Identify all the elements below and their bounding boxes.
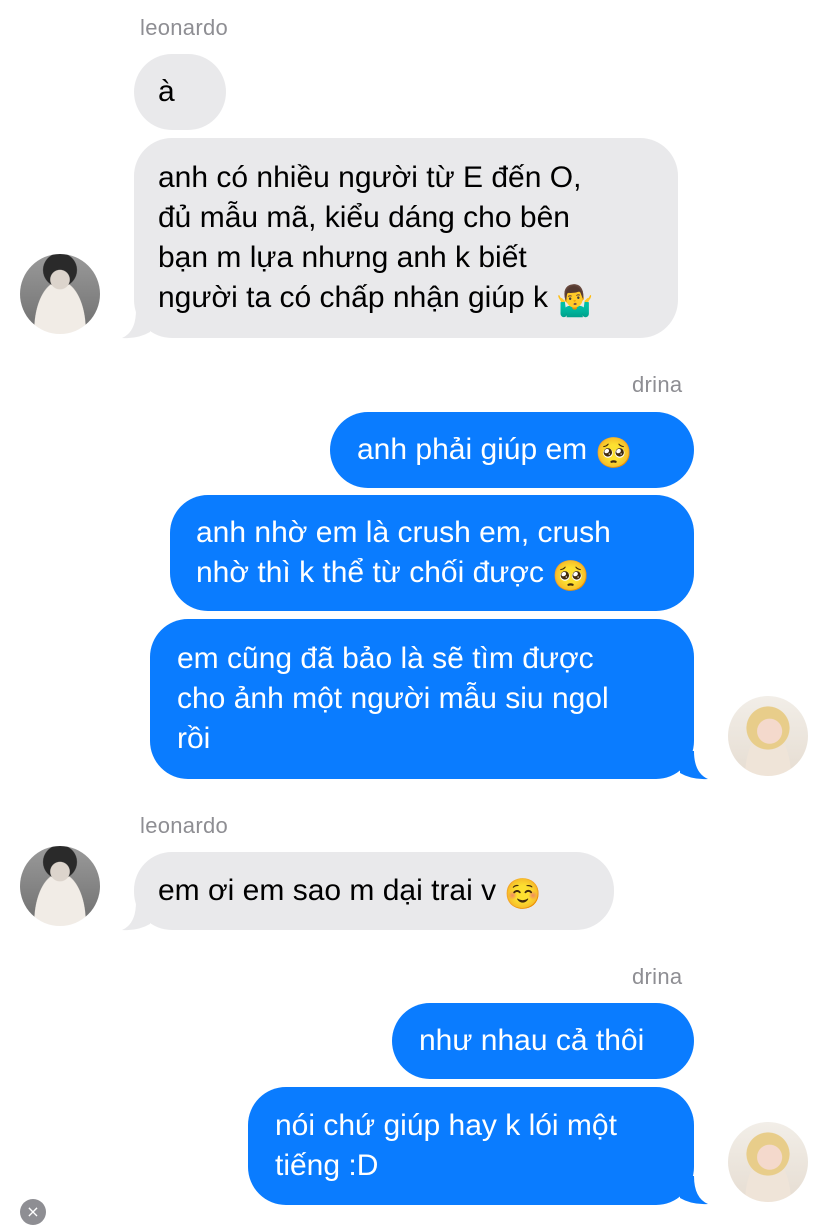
avatar-leonardo[interactable] <box>20 846 100 926</box>
message-bubble-outgoing[interactable]: nói chứ giúp hay k lói một tiếng :D <box>248 1087 694 1205</box>
sender-name-leonardo: leonardo <box>140 813 229 838</box>
message-text: tiếng :D <box>275 1149 379 1182</box>
incoming-bubble-tail <box>122 902 150 931</box>
message-text: bạn m lựa nhưng anh k biết <box>158 241 527 274</box>
message-text: rồi <box>177 722 211 755</box>
message-text: em ơi em sao m dại trai v ☺️ <box>158 871 590 915</box>
message-text: như nhau cả thôi <box>419 1024 645 1057</box>
message-text: anh có nhiều người từ E đến O, <box>158 161 582 194</box>
avatar-drina[interactable] <box>728 696 808 776</box>
message-text: nói chứ giúp hay k lói một <box>275 1109 617 1142</box>
sender-name-drina: drina <box>632 372 683 397</box>
close-icon[interactable]: × <box>20 1199 46 1225</box>
message-text: người ta có chấp nhận giúp k 🤷‍♂️ <box>158 278 654 322</box>
message-bubble-outgoing[interactable]: em cũng đã bảo là sẽ tìm được cho ảnh mộ… <box>150 619 694 779</box>
message-text: anh phải giúp em 🥺 <box>357 430 667 474</box>
message-text: em cũng đã bảo là sẽ tìm được <box>177 642 594 675</box>
message-text: anh nhờ em là crush em, crush <box>196 516 611 549</box>
message-text: đủ mẫu mã, kiểu dáng cho bên <box>158 201 570 234</box>
message-bubble-outgoing[interactable]: như nhau cả thôi <box>392 1003 694 1079</box>
message-text: cho ảnh một người mẫu siu ngol <box>177 682 609 715</box>
outgoing-bubble-tail <box>680 751 708 780</box>
outgoing-bubble-tail <box>680 1176 708 1205</box>
avatar-leonardo[interactable] <box>20 254 100 334</box>
message-text: nhờ thì k thể từ chối được 🥺 <box>196 553 668 597</box>
pleading-face-emoji-icon: 🥺 <box>595 437 633 470</box>
message-bubble-incoming[interactable]: à <box>134 54 226 130</box>
message-bubble-incoming[interactable]: em ơi em sao m dại trai v ☺️ <box>134 852 614 930</box>
avatar-drina[interactable] <box>728 1122 808 1202</box>
shrug-emoji-icon: 🤷‍♂️ <box>556 285 594 318</box>
message-bubble-outgoing[interactable]: anh nhờ em là crush em, crush nhờ thì k … <box>170 495 694 611</box>
smiling-face-emoji-icon: ☺️ <box>504 878 542 911</box>
sender-name-leonardo: leonardo <box>140 15 229 40</box>
message-bubble-outgoing[interactable]: anh phải giúp em 🥺 <box>330 412 694 488</box>
incoming-bubble-tail <box>122 310 150 339</box>
pleading-face-emoji-icon: 🥺 <box>552 560 590 593</box>
message-text: à <box>158 75 175 108</box>
message-bubble-incoming[interactable]: anh có nhiều người từ E đến O, đủ mẫu mã… <box>134 138 678 338</box>
sender-name-drina: drina <box>632 964 683 989</box>
